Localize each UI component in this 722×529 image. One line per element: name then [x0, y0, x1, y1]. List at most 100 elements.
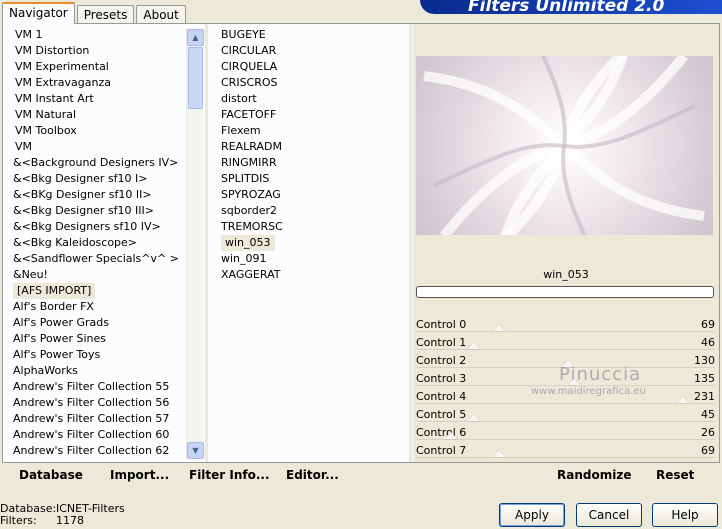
filter-item[interactable]: REALRADM [217, 139, 407, 155]
category-item[interactable]: &<Sandflower Specials^v^ > [9, 251, 187, 267]
tab-presets[interactable]: Presets [76, 5, 135, 24]
category-label: &<Bkg Designer sf10 III> [13, 204, 155, 217]
category-item[interactable]: Andrew's Filter Collection 62 [9, 443, 187, 459]
category-item[interactable]: [AFS IMPORT] [9, 283, 187, 299]
category-item[interactable]: VM [9, 139, 187, 155]
control-label: Control 7 [416, 444, 467, 457]
category-item[interactable]: Alf's Power Grads [9, 315, 187, 331]
category-label: VM [15, 140, 33, 153]
filter-item[interactable]: CIRCULAR [217, 43, 407, 59]
randomize-button[interactable]: Randomize [557, 468, 631, 482]
cancel-button[interactable]: Cancel [576, 503, 642, 527]
control-slider[interactable]: Control 6 26 [416, 424, 715, 442]
database-button[interactable]: Database [19, 468, 83, 482]
slider-track [416, 439, 715, 440]
help-button[interactable]: Help [652, 503, 718, 527]
category-item[interactable]: &<Bkg Designers sf10 IV> [9, 219, 187, 235]
category-label: VM Extravaganza [15, 76, 112, 89]
category-label: VM Toolbox [15, 124, 77, 137]
apply-button[interactable]: Apply [499, 503, 565, 527]
category-label: Andrew's Filter Collection 62 [13, 444, 170, 457]
category-item[interactable]: &<Bkg Kaleidoscope> [9, 235, 187, 251]
category-item[interactable]: Andrew's Filter Collection 60 [9, 427, 187, 443]
import-button[interactable]: Import... [110, 468, 169, 482]
filter-item[interactable]: BUGEYE [217, 27, 407, 43]
panel-divider [409, 24, 412, 462]
category-item[interactable]: AlphaWorks [9, 363, 187, 379]
editor-button[interactable]: Editor... [286, 468, 339, 482]
control-value: 45 [701, 408, 715, 421]
filter-label: Flexem [221, 124, 261, 137]
filter-item[interactable]: TREMORSC [217, 219, 407, 235]
slider-thumb[interactable] [445, 432, 457, 439]
category-item[interactable]: Alf's Border FX [9, 299, 187, 315]
scroll-up-button[interactable]: ▲ [187, 29, 204, 46]
category-item[interactable]: Alf's Power Sines [9, 331, 187, 347]
category-item[interactable]: VM Toolbox [9, 123, 187, 139]
slider-thumb[interactable] [468, 414, 480, 421]
category-label: AlphaWorks [13, 364, 78, 377]
progress-bar [416, 286, 714, 298]
control-slider[interactable]: Control 0 69 [416, 316, 715, 334]
tab-navigator[interactable]: Navigator [2, 2, 75, 24]
slider-thumb[interactable] [468, 342, 480, 349]
swirl-preview-graphic [423, 56, 705, 235]
filter-item[interactable]: FACETOFF [217, 107, 407, 123]
category-item[interactable]: Andrew's Filter Collection 56 [9, 395, 187, 411]
category-item[interactable]: VM Natural [9, 107, 187, 123]
control-slider[interactable]: Control 7 69 [416, 442, 715, 460]
scroll-down-button[interactable]: ▼ [187, 442, 204, 459]
slider-track [416, 349, 715, 350]
filter-item[interactable]: distort [217, 91, 407, 107]
reset-button[interactable]: Reset [656, 468, 694, 482]
filter-item[interactable]: win_053 [217, 235, 407, 251]
filter-item[interactable]: CIRQUELA [217, 59, 407, 75]
category-item[interactable]: Alf's Power Toys [9, 347, 187, 363]
filter-item[interactable]: sqborder2 [217, 203, 407, 219]
category-scrollbar[interactable]: ▲ ▼ [186, 29, 204, 459]
filter-item[interactable]: SPLITDIS [217, 171, 407, 187]
app-title-banner: Filters Unlimited 2.0 [420, 0, 722, 14]
preview-panel: win_053 Control 0 69 Control 1 46 Control 2 1… [413, 24, 719, 462]
filter-label: win_091 [221, 252, 267, 265]
category-item[interactable]: &<Bkg Designer sf10 III> [9, 203, 187, 219]
category-item[interactable]: &<Bkg Designer sf10 I> [9, 171, 187, 187]
filters-count: 1178 [56, 514, 84, 527]
control-value: 135 [694, 372, 715, 385]
category-item[interactable]: VM Extravaganza [9, 75, 187, 91]
category-label: VM 1 [15, 28, 43, 41]
control-label: Control 4 [416, 390, 467, 403]
filter-list[interactable]: BUGEYE CIRCULAR CIRQUELA CRISCROS distort FAC… [217, 27, 407, 459]
category-item[interactable]: Andrew's Filter Collection 57 [9, 411, 187, 427]
filter-item[interactable]: RINGMIRR [217, 155, 407, 171]
filter-item[interactable]: XAGGERAT [217, 267, 407, 283]
control-slider[interactable]: Control 5 45 [416, 406, 715, 424]
category-label: &<Sandflower Specials^v^ > [13, 252, 179, 265]
filter-item[interactable]: win_091 [217, 251, 407, 267]
slider-thumb[interactable] [677, 396, 689, 403]
slider-track [416, 331, 715, 332]
category-item[interactable]: VM Experimental [9, 59, 187, 75]
slider-thumb[interactable] [493, 450, 505, 457]
filter-item[interactable]: Flexem [217, 123, 407, 139]
tab-about[interactable]: About [136, 5, 186, 24]
category-item[interactable]: Andrew's Filter Collection 55 [9, 379, 187, 395]
selected-filter-name: win_053 [543, 268, 589, 281]
category-label: &Neu! [13, 268, 48, 281]
filter-item[interactable]: CRISCROS [217, 75, 407, 91]
filter-info-button[interactable]: Filter Info... [189, 468, 270, 482]
category-list[interactable]: VM 1 VM Distortion VM Experimental VM Extra… [9, 27, 187, 459]
category-item[interactable]: VM 1 [9, 27, 187, 43]
preview-image [416, 56, 713, 235]
filter-label: CIRCULAR [221, 44, 277, 57]
category-item[interactable]: &<Background Designers IV> [9, 155, 187, 171]
control-slider[interactable]: Control 1 46 [416, 334, 715, 352]
category-item[interactable]: &<BKg Designer sf10 II> [9, 187, 187, 203]
category-item[interactable]: &Neu! [9, 267, 187, 283]
chevron-up-icon: ▲ [192, 33, 199, 42]
scroll-thumb[interactable] [188, 47, 203, 109]
slider-thumb[interactable] [493, 324, 505, 331]
category-item[interactable]: VM Distortion [9, 43, 187, 59]
filter-item[interactable]: SPYROZAG [217, 187, 407, 203]
category-item[interactable]: VM Instant Art [9, 91, 187, 107]
